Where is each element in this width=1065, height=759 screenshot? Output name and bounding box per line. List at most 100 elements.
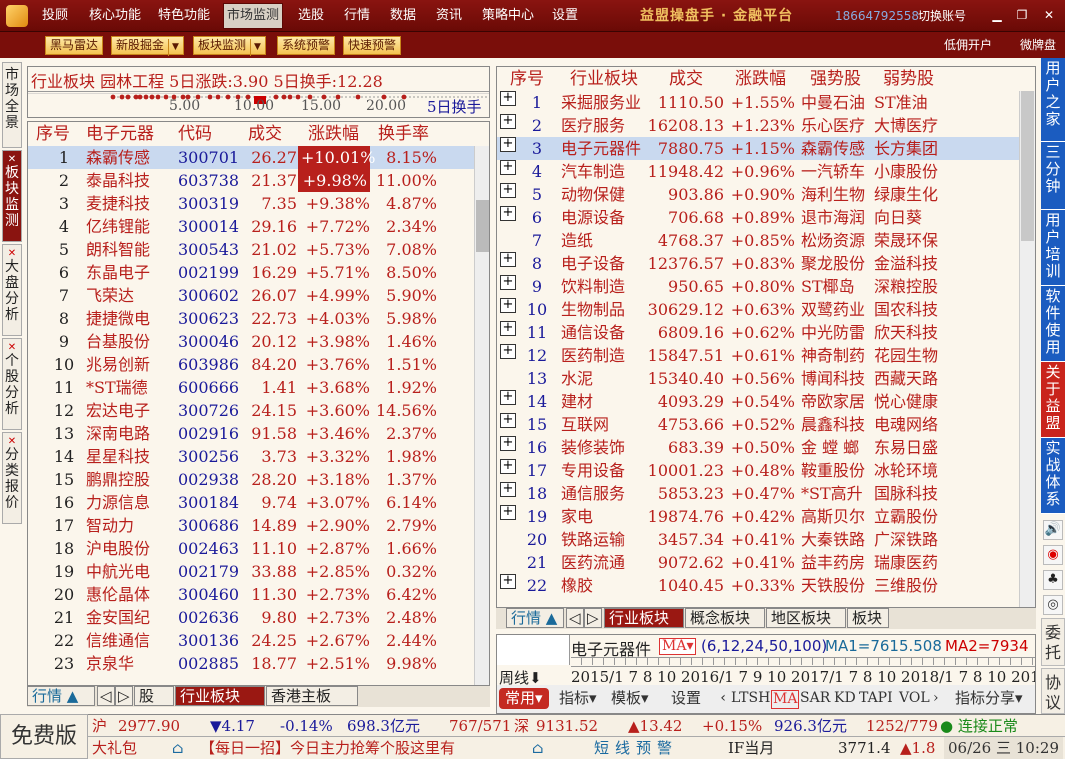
table-row[interactable]: 11 *ST瑞德 600666 1.41 +3.68% 1.92% bbox=[28, 376, 474, 399]
maximize-icon[interactable]: ❐ bbox=[1015, 8, 1029, 22]
user-phone[interactable]: 18664792558 bbox=[835, 0, 919, 32]
indicator-button[interactable]: 指标▾ bbox=[559, 688, 597, 709]
table-row[interactable]: 21 金安国纪 002636 9.80 +2.73% 2.48% bbox=[28, 606, 474, 629]
tab-hk-main[interactable]: 香港主板 bbox=[266, 686, 358, 706]
ipo-mining-button[interactable]: 新股掘金 ▼ bbox=[111, 36, 184, 56]
table-row[interactable]: +9 饮料制造 950.65 +0.80% ST椰岛 深粮控股 bbox=[497, 275, 1019, 298]
close-icon[interactable]: ✕ bbox=[3, 249, 21, 259]
expand-icon[interactable]: + bbox=[500, 114, 516, 129]
col-header-price[interactable]: 成交 bbox=[248, 122, 282, 146]
col-header-change[interactable]: 涨跌幅 bbox=[308, 122, 359, 146]
table-row[interactable]: +10 生物制品 30629.12 +0.63% 双鹭药业 国农科技 bbox=[497, 298, 1019, 321]
col-header-turnover[interactable]: 换手率 bbox=[378, 122, 429, 146]
table-row[interactable]: +22 橡胶 1040.45 +0.33% 天铁股份 三维股份 bbox=[497, 574, 1019, 597]
expand-icon[interactable]: + bbox=[500, 459, 516, 474]
expand-icon[interactable]: + bbox=[500, 321, 516, 336]
table-row[interactable]: +3 电子元器件 7880.75 +1.15% 森霸传感 长方集团 bbox=[497, 137, 1019, 160]
expand-icon[interactable]: + bbox=[500, 160, 516, 175]
wechat-icon[interactable]: ◎ bbox=[1043, 595, 1063, 615]
menu-item-stock-pick[interactable]: 选股 bbox=[298, 0, 324, 32]
expand-icon[interactable]: + bbox=[500, 183, 516, 198]
tab-stock[interactable]: 股 bbox=[134, 686, 174, 706]
side-link-software-usage[interactable]: 软件使用 bbox=[1041, 286, 1065, 362]
table-row[interactable]: 19 中航光电 002179 33.88 +2.85% 0.32% bbox=[28, 560, 474, 583]
close-icon[interactable]: ✕ bbox=[3, 343, 21, 353]
table-row[interactable]: +15 互联网 4753.66 +0.52% 晨鑫科技 电魂网络 bbox=[497, 413, 1019, 436]
sar-indicator[interactable]: SAR bbox=[800, 688, 830, 709]
sh-index[interactable]: 2977.90 bbox=[118, 715, 180, 737]
table-row[interactable]: 4 亿纬锂能 300014 29.16 +7.72% 2.34% bbox=[28, 215, 474, 238]
expand-icon[interactable]: + bbox=[500, 482, 516, 497]
vol-indicator[interactable]: VOL bbox=[899, 688, 930, 709]
table-row[interactable]: 15 鹏鼎控股 002938 28.20 +3.18% 1.37% bbox=[28, 468, 474, 491]
table-row[interactable]: +4 汽车制造 11948.42 +0.96% 一汽轿车 小康股份 bbox=[497, 160, 1019, 183]
indicator-share-button[interactable]: 指标分享▾ bbox=[955, 688, 1023, 709]
tab-next-icon[interactable]: ▷ bbox=[115, 686, 133, 706]
col-header-change[interactable]: 涨跌幅 bbox=[735, 67, 786, 91]
col-header-amount[interactable]: 成交 bbox=[669, 67, 703, 91]
menu-item-quotes[interactable]: 行情 bbox=[344, 0, 370, 32]
scrollbar[interactable] bbox=[474, 146, 489, 685]
table-row[interactable]: 23 京泉华 002885 18.77 +2.51% 9.98% bbox=[28, 652, 474, 675]
tab-region-sector[interactable]: 地区板块 bbox=[766, 608, 846, 628]
expand-icon[interactable]: + bbox=[500, 298, 516, 313]
tab-quotes[interactable]: 行情 ▲ bbox=[506, 608, 564, 628]
table-row[interactable]: 17 智动力 300686 14.89 +2.90% 2.79% bbox=[28, 514, 474, 537]
table-row[interactable]: 22 信维通信 300136 24.25 +2.67% 2.44% bbox=[28, 629, 474, 652]
expand-icon[interactable]: + bbox=[500, 574, 516, 589]
home-icon[interactable]: ⌂ bbox=[172, 737, 183, 759]
table-row[interactable]: 13 深南电路 002916 91.58 +3.46% 2.37% bbox=[28, 422, 474, 445]
table-row[interactable]: 7 飞荣达 300602 26.07 +4.99% 5.90% bbox=[28, 284, 474, 307]
table-row[interactable]: +12 医药制造 15847.51 +0.61% 神奇制药 花园生物 bbox=[497, 344, 1019, 367]
edition-badge[interactable]: 免费版 bbox=[0, 714, 88, 759]
scrollbar-thumb[interactable] bbox=[1021, 91, 1034, 241]
table-row[interactable]: 3 麦捷科技 300319 7.35 +9.38% 4.87% bbox=[28, 192, 474, 215]
col-header-code[interactable]: 代码 bbox=[178, 122, 212, 146]
side-tab-category-quotes[interactable]: ✕ 分类报价 bbox=[2, 432, 22, 524]
close-icon[interactable]: ✕ bbox=[1042, 8, 1056, 22]
table-row[interactable]: +18 通信服务 5853.23 +0.47% *ST高升 国脉科技 bbox=[497, 482, 1019, 505]
minimize-icon[interactable]: ▁ bbox=[990, 8, 1004, 22]
switch-account-link[interactable]: 切换账号 bbox=[918, 0, 966, 32]
menu-item-special[interactable]: 特色功能 bbox=[158, 0, 210, 32]
common-button[interactable]: 常用▾ bbox=[499, 688, 549, 709]
tab-concept-sector[interactable]: 概念板块 bbox=[685, 608, 765, 628]
next-indicator-icon[interactable]: › bbox=[933, 688, 939, 709]
table-row[interactable]: 13 水泥 15340.40 +0.56% 博闻科技 西藏天路 bbox=[497, 367, 1019, 390]
menu-item-advisor[interactable]: 投顾 bbox=[42, 0, 68, 32]
open-account-link[interactable]: 低佣开户 bbox=[944, 36, 992, 55]
chevron-down-icon[interactable]: ▼ bbox=[168, 39, 179, 56]
tab-prev-icon[interactable]: ◁ bbox=[566, 608, 584, 628]
gift-link[interactable]: 大礼包 bbox=[92, 737, 137, 759]
tab-quotes[interactable]: 行情 ▲ bbox=[27, 686, 95, 706]
table-row[interactable]: +19 家电 19874.76 +0.42% 高斯贝尔 立霸股份 bbox=[497, 505, 1019, 528]
menu-item-news[interactable]: 资讯 bbox=[436, 0, 462, 32]
col-header-index[interactable]: 序号 bbox=[510, 67, 544, 91]
table-row[interactable]: 20 铁路运输 3457.34 +0.41% 大秦铁路 广深铁路 bbox=[497, 528, 1019, 551]
tab-prev-icon[interactable]: ◁ bbox=[97, 686, 115, 706]
tab-next-icon[interactable]: ▷ bbox=[584, 608, 602, 628]
close-icon[interactable]: ✕ bbox=[3, 437, 21, 447]
expand-icon[interactable]: + bbox=[500, 436, 516, 451]
expand-icon[interactable]: + bbox=[500, 206, 516, 221]
side-tab-market-overview[interactable]: 市场全景 bbox=[2, 62, 22, 148]
table-row[interactable]: 1 森霸传感 300701 26.27 +10.01% 8.15% bbox=[28, 146, 474, 169]
micro-disk-link[interactable]: 微牌盘 bbox=[1020, 36, 1056, 55]
table-row[interactable]: 18 沪电股份 002463 11.10 +2.87% 1.66% bbox=[28, 537, 474, 560]
close-icon[interactable]: ✕ bbox=[3, 155, 21, 165]
table-row[interactable]: 5 朗科智能 300543 21.02 +5.73% 7.08% bbox=[28, 238, 474, 261]
table-row[interactable]: +17 专用设备 10001.23 +0.48% 鞍重股份 冰轮环境 bbox=[497, 459, 1019, 482]
chevron-down-icon[interactable]: ▼ bbox=[250, 39, 261, 56]
table-row[interactable]: +11 通信设备 6809.16 +0.62% 中光防雷 欣天科技 bbox=[497, 321, 1019, 344]
col-header-weak[interactable]: 弱势股 bbox=[883, 67, 934, 91]
home-icon[interactable]: ⌂ bbox=[532, 737, 543, 759]
black-horse-radar-button[interactable]: 黑马雷达 bbox=[45, 36, 104, 55]
side-link-user-training[interactable]: 用户培训 bbox=[1041, 210, 1065, 286]
expand-icon[interactable]: + bbox=[500, 91, 516, 106]
side-tab-market-analysis[interactable]: ✕ 大盘分析 bbox=[2, 244, 22, 336]
tab-industry-sector[interactable]: 行业板块 bbox=[604, 608, 684, 628]
expand-icon[interactable]: + bbox=[500, 505, 516, 520]
kd-indicator[interactable]: KD bbox=[834, 688, 856, 709]
ma-indicator[interactable]: MA bbox=[771, 690, 800, 709]
table-row[interactable]: 12 宏达电子 300726 24.15 +3.60% 14.56% bbox=[28, 399, 474, 422]
